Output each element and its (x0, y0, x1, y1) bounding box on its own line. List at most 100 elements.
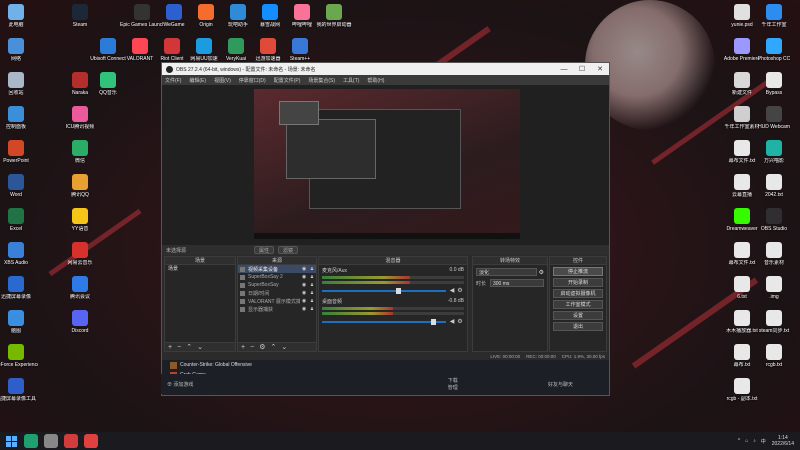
desktop-icon[interactable]: 迅捷屏幕录像 (0, 276, 38, 300)
add-icon[interactable]: + (241, 344, 245, 351)
source-item[interactable]: 视频采集设备 ◉ 🔒︎ (238, 265, 316, 273)
source-item[interactable]: 日期/时间 ◉ 🔒︎ (238, 289, 316, 297)
desktop-icon[interactable]: 网络 (0, 38, 38, 62)
menu-tools[interactable]: 工具(T) (343, 77, 359, 84)
downloads-button[interactable]: 下载 管理 (358, 377, 549, 391)
desktop-icon[interactable]: XBS Audio (0, 242, 38, 266)
desktop-icon[interactable]: Steam (58, 4, 102, 28)
desktop-icon[interactable]: OBS Studio (752, 208, 796, 232)
studio-mode-button[interactable]: 工作室模式 (553, 300, 603, 309)
gear-icon[interactable]: ⚙ (259, 343, 265, 351)
chevron-up-icon[interactable]: ⌃ (270, 343, 276, 351)
scene-item[interactable]: 场景 (165, 265, 235, 273)
menu-help[interactable]: 帮助(H) (367, 77, 384, 84)
desktop-icon[interactable]: 控制面板 (0, 106, 38, 130)
volume-knob[interactable] (396, 287, 402, 294)
duration-input[interactable]: 300 ms (490, 279, 544, 287)
lock-icon[interactable]: 🔒︎ (308, 266, 316, 272)
desktop-icon[interactable]: Bypass (752, 72, 796, 96)
desktop-icon[interactable]: steam同步.txt (752, 310, 796, 334)
desktop-icon[interactable]: 千年工作室 (752, 4, 796, 28)
desktop-icon[interactable]: 音乐素材 (752, 242, 796, 266)
gear-icon[interactable]: ⚙ (539, 269, 544, 276)
eye-icon[interactable]: ◉ (300, 282, 308, 288)
desktop-icon[interactable]: 迅捷屏幕录像工具 (0, 378, 38, 402)
speaker-icon[interactable]: ◀ (448, 318, 456, 325)
menu-file[interactable]: 文件(F) (165, 77, 181, 84)
stop-streaming-button[interactable]: 停止推流 (553, 267, 603, 276)
speaker-icon[interactable]: ◀ (448, 287, 456, 294)
start-button[interactable] (4, 434, 18, 448)
remove-icon[interactable]: − (177, 344, 181, 351)
desktop-icon[interactable]: ICU腾讯视频 (58, 106, 102, 130)
menu-view[interactable]: 视图(V) (214, 77, 231, 84)
friends-chat-button[interactable]: 好友与聊天 (548, 381, 573, 388)
eye-icon[interactable]: ◉ (300, 298, 308, 304)
gear-icon[interactable]: ⚙ (456, 318, 464, 325)
chevron-down-icon[interactable]: ⌄ (197, 343, 203, 351)
source-item[interactable]: VALORANT 展示模式捕获◉🔒︎ (238, 297, 316, 305)
desktop-icon[interactable]: .img (752, 276, 796, 300)
exit-button[interactable]: 退出 (553, 322, 603, 331)
clock[interactable]: 1:14 2022/6/14 (772, 435, 794, 447)
volume-icon[interactable]: ♪ (753, 438, 756, 444)
gear-icon[interactable]: ⚙ (456, 287, 464, 294)
volume-slider[interactable] (322, 287, 446, 294)
source-item[interactable]: SuperBoxSay 2 ◉ 🔒︎ (238, 273, 316, 281)
menu-profile[interactable]: 配置文件(P) (274, 77, 301, 84)
desktop-icon[interactable]: YY语音 (58, 208, 102, 232)
minimize-button[interactable]: — (555, 66, 573, 73)
desktop-icon[interactable]: QQ音乐 (86, 72, 130, 96)
add-game-button[interactable]: ⊕ 添加游戏 (167, 381, 358, 388)
desktop-icon[interactable]: Photoshop CC (752, 38, 796, 62)
desktop-icon[interactable]: 网易云音乐 (58, 242, 102, 266)
taskbar-app-icon[interactable] (84, 434, 98, 448)
close-button[interactable]: ✕ (591, 65, 609, 73)
steam-game-item[interactable]: Counter-Strike: Global Offensive (162, 360, 609, 370)
desktop-icon[interactable]: 2042.txt (752, 174, 796, 198)
desktop-icon[interactable]: 脑图 (0, 310, 38, 334)
ime-icon[interactable]: 中 (761, 438, 766, 445)
menu-docks[interactable]: 停靠窗口(D) (239, 77, 266, 84)
desktop-icon[interactable]: 腾讯QQ (58, 174, 102, 198)
transition-type-select[interactable]: 淡化 (476, 268, 537, 276)
desktop-icon[interactable]: 此电脑 (0, 4, 38, 28)
lock-icon[interactable]: 🔒︎ (308, 290, 316, 296)
obs-titlebar[interactable]: OBS 27.2.4 (64-bit, windows) - 配置文件: 未命名… (162, 63, 609, 75)
eye-icon[interactable]: ◉ (300, 290, 308, 296)
taskbar-app-icon[interactable] (24, 434, 38, 448)
lock-icon[interactable]: 🔒︎ (308, 306, 316, 312)
desktop-icon[interactable]: Word (0, 174, 38, 198)
eye-icon[interactable]: ◉ (300, 306, 308, 312)
settings-button[interactable]: 设置 (553, 311, 603, 320)
start-recording-button[interactable]: 开始录制 (553, 278, 603, 287)
desktop-icon[interactable]: Excel (0, 208, 38, 232)
lock-icon[interactable]: 🔒︎ (308, 282, 316, 288)
desktop-icon[interactable]: 腾讯会议 (58, 276, 102, 300)
desktop-icon[interactable]: 我的世界启动器 (312, 4, 356, 28)
maximize-button[interactable]: ☐ (573, 65, 591, 73)
source-item[interactable]: SuperBoxSay ◉ 🔒︎ (238, 281, 316, 289)
preview-canvas[interactable] (254, 89, 520, 239)
desktop-icon[interactable]: rcgb.txt (752, 344, 796, 368)
eye-icon[interactable]: ◉ (300, 274, 308, 280)
menu-scene-collection[interactable]: 场景集合(S) (308, 77, 335, 84)
volume-knob[interactable] (431, 318, 437, 325)
eye-icon[interactable]: ◉ (300, 266, 308, 272)
chevron-up-icon[interactable]: ^ (738, 438, 740, 444)
desktop-icon[interactable]: GeForce Experience (0, 344, 38, 368)
volume-slider[interactable] (322, 318, 446, 325)
menu-edit[interactable]: 编辑(E) (189, 77, 206, 84)
filters-button[interactable]: 滤镜 (278, 246, 299, 254)
desktop-icon[interactable]: 微信 (58, 140, 102, 164)
properties-button[interactable]: 属性 (254, 246, 275, 254)
desktop-icon[interactable]: rcgb - 副本.txt (720, 378, 764, 402)
desktop-icon[interactable]: 回收站 (0, 72, 38, 96)
virtual-camera-button[interactable]: 启动虚拟摄像机 (553, 289, 603, 298)
source-item[interactable]: 显示器捕获 ◉ 🔒︎ (238, 305, 316, 313)
taskbar-app-icon[interactable] (64, 434, 78, 448)
lock-icon[interactable]: 🔒︎ (308, 298, 316, 304)
obs-window[interactable]: OBS 27.2.4 (64-bit, windows) - 配置文件: 未命名… (161, 62, 610, 396)
chevron-down-icon[interactable]: ⌄ (281, 343, 287, 351)
remove-icon[interactable]: − (250, 344, 254, 351)
